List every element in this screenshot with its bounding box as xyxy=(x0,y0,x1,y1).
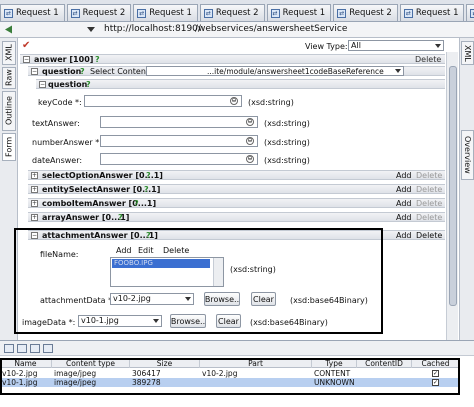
attachments-toolbar xyxy=(0,340,474,356)
question-section: − question ? Select Content: ...ite/modu… xyxy=(28,66,445,76)
help-icon[interactable]: ? xyxy=(95,55,100,64)
soap-request-icon: ⇄ xyxy=(137,8,147,18)
collapse-icon[interactable]: − xyxy=(23,56,30,63)
view-type-select[interactable]: All xyxy=(348,40,444,51)
textanswer-label: textAnswer: xyxy=(32,119,80,128)
help-icon[interactable]: ? xyxy=(146,171,151,180)
soap-request-icon: ⇄ xyxy=(70,8,80,18)
tab-xml[interactable]: XML xyxy=(2,41,16,65)
expand-icon[interactable]: + xyxy=(31,172,38,179)
question-inner-section: − question ? xyxy=(36,79,445,89)
expand-icon[interactable]: + xyxy=(31,186,38,193)
reload-attachment-icon[interactable] xyxy=(43,344,53,353)
help-icon[interactable]: ? xyxy=(118,213,123,222)
section-selectoptionanswer[interactable]: + selectOptionAnswer [0...1] ? Add Delet… xyxy=(28,170,445,180)
clear-icon[interactable]: ⊖ xyxy=(246,118,254,126)
form-scrollbar[interactable] xyxy=(446,52,458,340)
validate-check-icon[interactable]: ✔ xyxy=(22,40,30,51)
section-arrayanswer[interactable]: + arrayAnswer [0...1] ? Add Delete xyxy=(28,212,445,222)
tab-request[interactable]: ⇄ Request 1 xyxy=(133,4,198,21)
help-icon[interactable]: ? xyxy=(144,185,149,194)
url-arrow-icon[interactable] xyxy=(4,25,14,34)
answer-section: − answer [100] ? Delete xyxy=(20,54,445,64)
soap-request-icon: ⇄ xyxy=(403,8,413,18)
delete-link[interactable]: Delete xyxy=(416,231,442,240)
clear-icon[interactable]: ⊖ xyxy=(246,137,254,145)
tab-form[interactable]: Form xyxy=(2,133,16,161)
tab-request[interactable]: ⇄ Request 1 xyxy=(0,4,65,21)
request-tab-strip: ⇄ Request 1 ⇄ Request 2 ⇄ Request 1 ⇄ Request 2… xyxy=(0,0,474,22)
keycode-type: (xsd:string) xyxy=(248,98,294,107)
highlight-outline xyxy=(14,228,383,334)
dateanswer-type: (xsd:string) xyxy=(264,156,310,165)
help-icon[interactable]: ? xyxy=(134,199,139,208)
numberanswer-field[interactable]: ⊖ xyxy=(100,135,258,147)
soap-request-icon: ⇄ xyxy=(337,8,347,18)
question-inner-label: question xyxy=(48,80,88,89)
dateanswer-label: dateAnswer: xyxy=(32,156,83,165)
add-link[interactable]: Add xyxy=(396,199,412,208)
question-label: question xyxy=(42,67,82,76)
numberanswer-type: (xsd:string) xyxy=(264,138,310,147)
add-link[interactable]: Add xyxy=(396,171,412,180)
soap-request-icon: ⇄ xyxy=(4,8,13,18)
delete-link[interactable]: Delete xyxy=(416,185,442,194)
soap-request-icon: ⇄ xyxy=(203,8,213,18)
select-content-combo[interactable]: ...ite/module/answersheet1codeBaseRefere… xyxy=(146,66,404,76)
scrollbar-thumb[interactable] xyxy=(449,66,457,306)
soap-request-icon: ⇄ xyxy=(470,8,474,18)
table-highlight-outline xyxy=(0,358,460,395)
add-link[interactable]: Add xyxy=(396,185,412,194)
right-view-tabs: XML Overview xyxy=(459,38,474,340)
delete-link[interactable]: Delete xyxy=(416,199,442,208)
collapse-icon[interactable]: − xyxy=(31,68,38,75)
clear-icon[interactable]: ⊖ xyxy=(230,97,238,105)
collapse-icon[interactable]: − xyxy=(39,81,46,88)
remove-attachment-icon[interactable] xyxy=(17,344,27,353)
tab-request[interactable]: ⇄Request 2 xyxy=(199,4,265,21)
keycode-label: keyCode *: xyxy=(38,98,82,107)
select-content-label: Select Content: xyxy=(90,67,152,76)
tab-request[interactable]: ⇄ Request 1 xyxy=(266,4,332,21)
clear-icon[interactable]: ⊖ xyxy=(246,155,254,163)
help-icon[interactable]: ? xyxy=(80,67,85,76)
url-host[interactable]: http://localhost:8190/ xyxy=(104,24,201,34)
add-link[interactable]: Add xyxy=(396,213,412,222)
delete-link[interactable]: Delete xyxy=(416,213,442,222)
help-icon[interactable]: ? xyxy=(86,80,91,89)
section-entityselectanswer[interactable]: + entitySelectAnswer [0...1] ? Add Delet… xyxy=(28,184,445,194)
tab-request[interactable]: ⇄Request 2 xyxy=(66,4,132,21)
tab-outline[interactable]: Outline xyxy=(2,91,16,131)
textanswer-field[interactable]: ⊖ xyxy=(100,116,258,128)
answer-label: answer [100] xyxy=(34,55,94,64)
textanswer-type: (xsd:string) xyxy=(264,119,310,128)
delete-link[interactable]: Delete xyxy=(416,171,442,180)
expand-icon[interactable]: + xyxy=(31,200,38,207)
dateanswer-field[interactable]: ⊖ xyxy=(100,153,258,165)
section-comboitemanswer[interactable]: + comboItemAnswer [0...1] ? Add Delete xyxy=(28,198,445,208)
url-path[interactable]: /webservices/answersheetService xyxy=(195,24,347,34)
expand-icon[interactable]: + xyxy=(31,214,38,221)
soap-request-icon: ⇄ xyxy=(270,8,280,18)
add-link[interactable]: Add xyxy=(396,231,412,240)
export-attachment-icon[interactable] xyxy=(30,344,40,353)
tab-xml-right[interactable]: XML xyxy=(461,41,474,65)
add-attachment-icon[interactable] xyxy=(4,344,14,353)
numberanswer-label: numberAnswer *: xyxy=(32,138,102,147)
url-dropdown-icon[interactable] xyxy=(86,25,96,34)
keycode-field[interactable]: ⊖ xyxy=(84,95,242,107)
tab-request[interactable]: ⇄Request 2 xyxy=(466,4,474,21)
view-type-label: View Type: xyxy=(305,42,348,51)
tab-request[interactable]: ⇄Request 2 xyxy=(333,4,398,21)
tab-request[interactable]: ⇄ Request 1 xyxy=(399,4,465,21)
tab-raw[interactable]: Raw xyxy=(2,67,16,89)
tab-overview[interactable]: Overview xyxy=(461,130,474,180)
url-bar: http://localhost:8190/ /webservices/answ… xyxy=(0,22,474,38)
chevron-down-icon xyxy=(435,44,441,48)
chevron-down-icon xyxy=(395,69,401,73)
answer-delete-link[interactable]: Delete xyxy=(415,55,441,64)
